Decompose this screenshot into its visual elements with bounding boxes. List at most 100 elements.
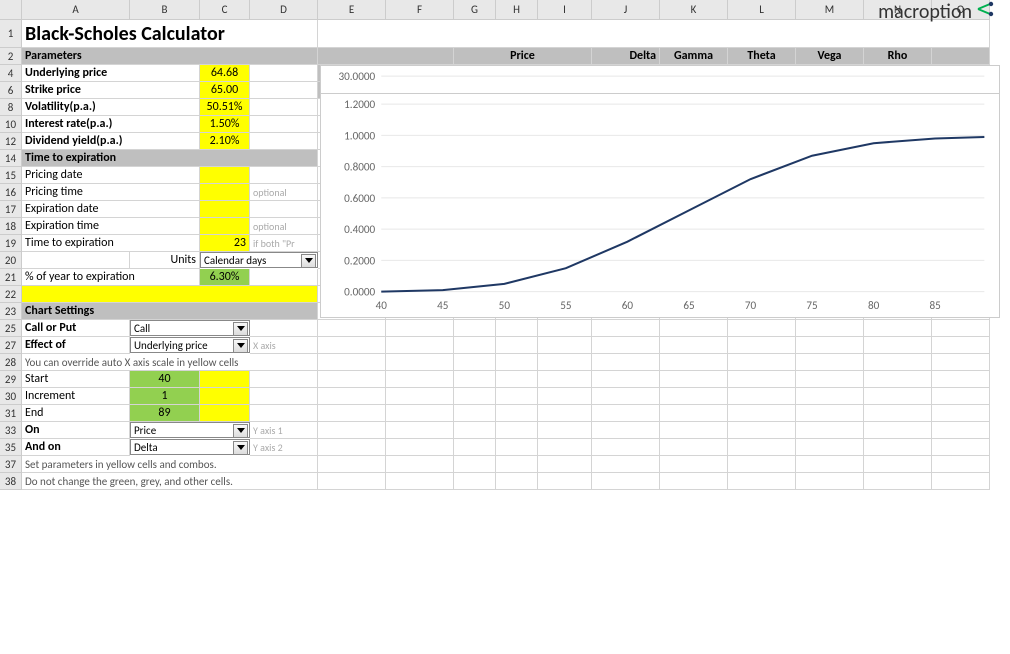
col-header-H[interactable]: H: [496, 0, 538, 20]
col-header-F[interactable]: F: [386, 0, 454, 20]
increment-label[interactable]: Increment: [22, 388, 130, 405]
dividend-yield-label[interactable]: Dividend yield (p.a.): [22, 133, 200, 150]
row-header-30[interactable]: 30: [0, 388, 22, 405]
pricing_time-input[interactable]: [200, 184, 250, 201]
col-header-C[interactable]: C: [200, 0, 250, 20]
strike-price-input[interactable]: 65.00: [200, 82, 250, 99]
time_to_expiration-input[interactable]: 23: [200, 235, 250, 252]
start-override-input[interactable]: [200, 371, 250, 388]
col-header-J[interactable]: J: [592, 0, 660, 20]
units-combo[interactable]: Calendar days: [200, 252, 318, 268]
row-header-1[interactable]: 1: [0, 20, 22, 48]
pct-year-label[interactable]: % of year to expiration: [22, 269, 200, 286]
row-header-4[interactable]: 4: [0, 65, 22, 82]
col-header-G[interactable]: G: [454, 0, 496, 20]
and-on-combo[interactable]: Delta: [130, 439, 250, 455]
row-header-18[interactable]: 18: [0, 218, 22, 235]
expiration_date-label[interactable]: Expiration date: [22, 201, 200, 218]
start-label[interactable]: Start: [22, 371, 130, 388]
svg-text:50: 50: [499, 298, 511, 312]
on-combo[interactable]: Price: [130, 422, 250, 438]
row-header-21[interactable]: 21: [0, 269, 22, 286]
row-header-14[interactable]: 14: [0, 150, 22, 167]
col-header-I[interactable]: I: [538, 0, 592, 20]
title-right[interactable]: [318, 20, 990, 48]
chart-settings-header[interactable]: Chart Settings: [22, 303, 318, 320]
row-header-8[interactable]: 8: [0, 99, 22, 116]
pricing_date-label[interactable]: Pricing date: [22, 167, 200, 184]
row-header-19[interactable]: 19: [0, 235, 22, 252]
svg-text:65: 65: [683, 298, 694, 312]
row-header-25[interactable]: 25: [0, 320, 22, 337]
parameters-header[interactable]: Parameters: [22, 48, 318, 65]
call-or-put-combo[interactable]: Call: [130, 320, 250, 336]
expiration_time-input[interactable]: [200, 218, 250, 235]
col-header-E[interactable]: E: [318, 0, 386, 20]
increment-value[interactable]: 1: [130, 388, 200, 405]
time-to-exp-header[interactable]: Time to expiration: [22, 150, 318, 167]
col-header-K[interactable]: K: [660, 0, 728, 20]
col-header-M[interactable]: M: [796, 0, 864, 20]
row-header-27[interactable]: 27: [0, 337, 22, 354]
row-header-15[interactable]: 15: [0, 167, 22, 184]
pricing_date-input[interactable]: [200, 167, 250, 184]
underlying-price-input[interactable]: 64.68: [200, 65, 250, 82]
row-header-16[interactable]: 16: [0, 184, 22, 201]
row-header-10[interactable]: 10: [0, 116, 22, 133]
corner-cell[interactable]: [0, 0, 22, 20]
chevron-down-icon: [237, 326, 245, 331]
row-header-17[interactable]: 17: [0, 201, 22, 218]
instr-2: Do not change the green, grey, and other…: [22, 473, 318, 490]
call-or-put-label[interactable]: Call or Put: [22, 320, 130, 337]
interest-rate-label[interactable]: Interest rate (p.a.): [22, 116, 200, 133]
row-header-6[interactable]: 6: [0, 82, 22, 99]
col-header-A[interactable]: A: [22, 0, 130, 20]
col-header-D[interactable]: D: [250, 0, 318, 20]
row-header-20[interactable]: 20: [0, 252, 22, 269]
svg-text:80: 80: [868, 298, 880, 312]
row-header-35[interactable]: 35: [0, 439, 22, 456]
dividend_yield-input[interactable]: 2.10%: [200, 133, 250, 150]
row-header-23[interactable]: 23: [0, 303, 22, 320]
row-header-29[interactable]: 29: [0, 371, 22, 388]
end-override-input[interactable]: [200, 405, 250, 422]
end-label[interactable]: End: [22, 405, 130, 422]
end-value[interactable]: 89: [130, 405, 200, 422]
pct-year-value[interactable]: 6.30%: [200, 269, 250, 286]
svg-text:75: 75: [806, 298, 817, 312]
svg-text:30.0000: 30.0000: [338, 69, 375, 83]
row-header-31[interactable]: 31: [0, 405, 22, 422]
pricing_time-label[interactable]: Pricing time: [22, 184, 200, 201]
expiration_time-label[interactable]: Expiration time: [22, 218, 200, 235]
svg-text:85: 85: [929, 298, 940, 312]
row-header-38[interactable]: 38: [0, 473, 22, 490]
row-header-22[interactable]: 22: [0, 286, 22, 303]
price-header[interactable]: Price: [454, 48, 592, 65]
underlying-price-label[interactable]: Underlying price: [22, 65, 200, 82]
lower-chart[interactable]: 0.00000.20000.40000.60000.80001.00001.20…: [320, 93, 1000, 318]
col-header-B[interactable]: B: [130, 0, 200, 20]
volatility-input[interactable]: 50.51%: [200, 99, 250, 116]
on-label[interactable]: On: [22, 422, 130, 439]
row-header-12[interactable]: 12: [0, 133, 22, 150]
time_to_expiration-label[interactable]: Time to expiration: [22, 235, 200, 252]
row-header-28[interactable]: 28: [0, 354, 22, 371]
volatility-label[interactable]: Volatility (p.a.): [22, 99, 200, 116]
page-title: Black-Scholes Calculator: [22, 20, 318, 48]
col-header-L[interactable]: L: [728, 0, 796, 20]
row-header-2[interactable]: 2: [0, 48, 22, 65]
interest_rate-input[interactable]: 1.50%: [200, 116, 250, 133]
expiration_date-input[interactable]: [200, 201, 250, 218]
effect-of-label[interactable]: Effect of: [22, 337, 130, 354]
strike-price-label[interactable]: Strike price: [22, 82, 200, 99]
row-header-33[interactable]: 33: [0, 422, 22, 439]
svg-text:60: 60: [622, 298, 634, 312]
row-header-37[interactable]: 37: [0, 456, 22, 473]
increment-override-input[interactable]: [200, 388, 250, 405]
and-on-label[interactable]: And on: [22, 439, 130, 456]
delta-header[interactable]: Delta: [592, 48, 660, 65]
units-label[interactable]: Units: [130, 252, 200, 269]
start-value[interactable]: 40: [130, 371, 200, 388]
svg-text:0.6000: 0.6000: [344, 191, 375, 205]
effect-of-combo[interactable]: Underlying price: [130, 337, 250, 353]
